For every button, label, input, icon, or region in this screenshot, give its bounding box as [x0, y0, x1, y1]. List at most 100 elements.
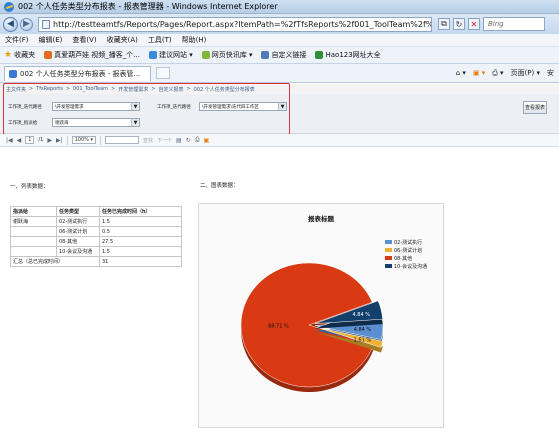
pie-data-label: 1.61 % [354, 337, 372, 343]
table-total-row: 汇总（总已完成时间） 31 [10, 256, 182, 267]
pie-chart: 报表标题 02-测试执行 06-测试计划 08-其他 10-会议及沟通 4.84 % 1… [198, 203, 444, 428]
favorite-link-label: 真爱葫芦娃 视频_播客_个... [54, 51, 140, 59]
video-site-icon [44, 51, 53, 59]
column-header-assignee: 指派给 [10, 206, 57, 217]
last-page-icon[interactable]: ▶| [56, 137, 63, 144]
highlight-annotation [3, 83, 290, 135]
zoom-value: 100% [74, 137, 89, 143]
stop-icon[interactable]: ✕ [468, 18, 480, 30]
table-row: 10-会议及沟通 1.5 [10, 246, 182, 257]
table-row: 谢跃海 02-测试执行 1.5 [10, 216, 182, 227]
toolbar-divider [100, 135, 101, 145]
assignee-cell [10, 246, 57, 257]
find-input[interactable] [105, 136, 139, 144]
page-number: 1 [28, 137, 32, 143]
address-bar: ◀ ▶ http://testteamtfs/Reports/Pages/Rep… [0, 14, 559, 34]
refresh-icon[interactable]: ↻ [453, 18, 465, 30]
table-row: 06-测试计划 0.5 [10, 226, 182, 237]
hours-cell: 27.5 [99, 236, 182, 247]
menu-help[interactable]: 帮助(H) [182, 35, 207, 45]
menu-view[interactable]: 查看(V) [72, 35, 96, 45]
favorite-link-label: Hao123网址大全 [325, 51, 381, 59]
back-button[interactable]: ◀ [3, 16, 18, 32]
feeds-icon[interactable]: ▣ ▾ [473, 69, 485, 77]
report-tab-icon [9, 69, 17, 78]
atom-feed-icon[interactable]: ▣ [204, 137, 210, 144]
print-icon[interactable]: ⎙ ▾ [492, 69, 503, 78]
chart-section-title: 二、图表数据： [200, 183, 239, 189]
task-table: 指派给 任务类型 任务已完成时间（h） 谢跃海 02-测试执行 1.5 06-测… [10, 206, 182, 267]
url-field[interactable]: http://testteamtfs/Reports/Pages/Report.… [38, 16, 432, 32]
table-header-row: 指派给 任务类型 任务已完成时间（h） [10, 206, 182, 217]
column-header-hours: 任务已完成时间（h） [99, 206, 182, 217]
menu-edit[interactable]: 编辑(E) [39, 35, 63, 45]
tab-title: 002 个人任务类型分布报表 - 报表管... [20, 69, 141, 78]
safety-menu[interactable]: 安 [547, 68, 554, 78]
pie-data-label: 88.71 % [268, 324, 289, 330]
favorites-button[interactable]: ★ 收藏夹 [4, 50, 35, 60]
menu-bar: 文件(F) 编辑(E) 查看(V) 收藏夹(A) 工具(T) 帮助(H) [0, 34, 559, 46]
assignee-cell: 谢跃海 [10, 216, 57, 227]
search-input[interactable]: Bing [483, 17, 545, 31]
page-icon [42, 19, 50, 29]
tab-bar: 002 个人任务类型分布报表 - 报表管... ⌂ ▾ ▣ ▾ ⎙ ▾ 页面(P… [0, 64, 559, 83]
list-section-title: 一、列表数据： [10, 184, 49, 190]
task-type-cell: 08-其他 [56, 236, 100, 247]
zoom-select[interactable]: 100% ▾ [71, 136, 96, 144]
favorite-web-slice[interactable]: 网页快讯库 ▾ [201, 50, 253, 60]
favorites-bar: ★ 收藏夹 真爱葫芦娃 视频_播客_个... 建议网站 ▾ 网页快讯库 ▾ 自定… [0, 46, 559, 64]
hao123-icon [315, 51, 324, 59]
next-link[interactable]: 下一个 [157, 137, 172, 144]
forward-button[interactable]: ▶ [20, 17, 33, 31]
favorite-link-label: 自定义链接 [271, 51, 307, 59]
page-number-input[interactable]: 1 [25, 136, 35, 144]
assignee-cell [10, 226, 57, 237]
new-tab-button[interactable] [156, 67, 170, 79]
compatibility-view-icon[interactable]: ⧉ [438, 18, 450, 30]
export-icon[interactable]: ▤ [176, 137, 182, 144]
hours-cell: 1.5 [99, 246, 182, 257]
task-type-cell: 06-测试计划 [56, 226, 100, 237]
custom-link-icon [261, 51, 270, 59]
page-menu[interactable]: 页面(P) ▾ [511, 68, 540, 78]
task-type-cell: 02-测试执行 [56, 216, 100, 227]
favorite-hao123[interactable]: Hao123网址大全 [315, 50, 381, 60]
menu-favorites[interactable]: 收藏夹(A) [107, 35, 138, 45]
window-titlebar: 002 个人任务类型分布报表 - 报表管理器 - Windows Interne… [0, 0, 559, 14]
view-report-button[interactable]: 查看报表 [523, 101, 547, 114]
tab-report[interactable]: 002 个人任务类型分布报表 - 报表管... [4, 65, 151, 81]
column-header-task-type: 任务类型 [56, 206, 100, 217]
window-title: 002 个人任务类型分布报表 - 报表管理器 - Windows Interne… [18, 2, 278, 11]
table-row: 08-其他 27.5 [10, 236, 182, 247]
task-type-cell: 10-会议及沟通 [56, 246, 100, 257]
favorites-label: 收藏夹 [14, 51, 36, 59]
find-link[interactable]: 查找 [143, 137, 153, 144]
pie-svg: 4.84 % 1.61 % 88.71 % 4.84 % [240, 262, 384, 392]
url-text: http://testteamtfs/Reports/Pages/Report.… [53, 19, 432, 29]
pie-data-label: 4.84 % [353, 312, 371, 318]
assignee-cell [10, 236, 57, 247]
internet-explorer-icon [4, 1, 14, 12]
total-value: 31 [99, 256, 182, 267]
previous-page-icon[interactable]: ◀ [17, 137, 22, 144]
print-report-icon[interactable]: ⎙ [195, 136, 200, 144]
web-slice-icon [201, 51, 210, 59]
page-count: /1 [38, 137, 44, 143]
next-page-icon[interactable]: ▶ [47, 137, 52, 144]
hours-cell: 1.5 [99, 216, 182, 227]
first-page-icon[interactable]: |◀ [6, 137, 13, 144]
search-placeholder: Bing [488, 20, 504, 28]
home-icon[interactable]: ⌂ ▾ [456, 69, 466, 77]
favorite-link-label: 网页快讯库 ▾ [211, 51, 253, 59]
view-report-label: 查看报表 [524, 105, 545, 111]
total-label: 汇总（总已完成时间） [10, 256, 100, 267]
refresh-report-icon[interactable]: ↻ [186, 137, 191, 144]
report-toolbar: |◀ ◀ 1 /1 ▶ ▶| 100% ▾ 查找 下一个 ▤ ↻ ⎙ ▣ [0, 134, 559, 147]
report-body: 一、列表数据： 二、图表数据： 指派给 任务类型 任务已完成时间（h） 谢跃海 … [0, 147, 559, 448]
menu-file[interactable]: 文件(F) [5, 35, 29, 45]
favorite-custom-links[interactable]: 自定义链接 [261, 50, 306, 60]
menu-tools[interactable]: 工具(T) [148, 35, 172, 45]
favorite-link-video[interactable]: 真爱葫芦娃 视频_播客_个... [44, 50, 140, 60]
favorite-suggested-sites[interactable]: 建议网站 ▾ [148, 50, 193, 60]
toolbar-divider [66, 135, 68, 145]
